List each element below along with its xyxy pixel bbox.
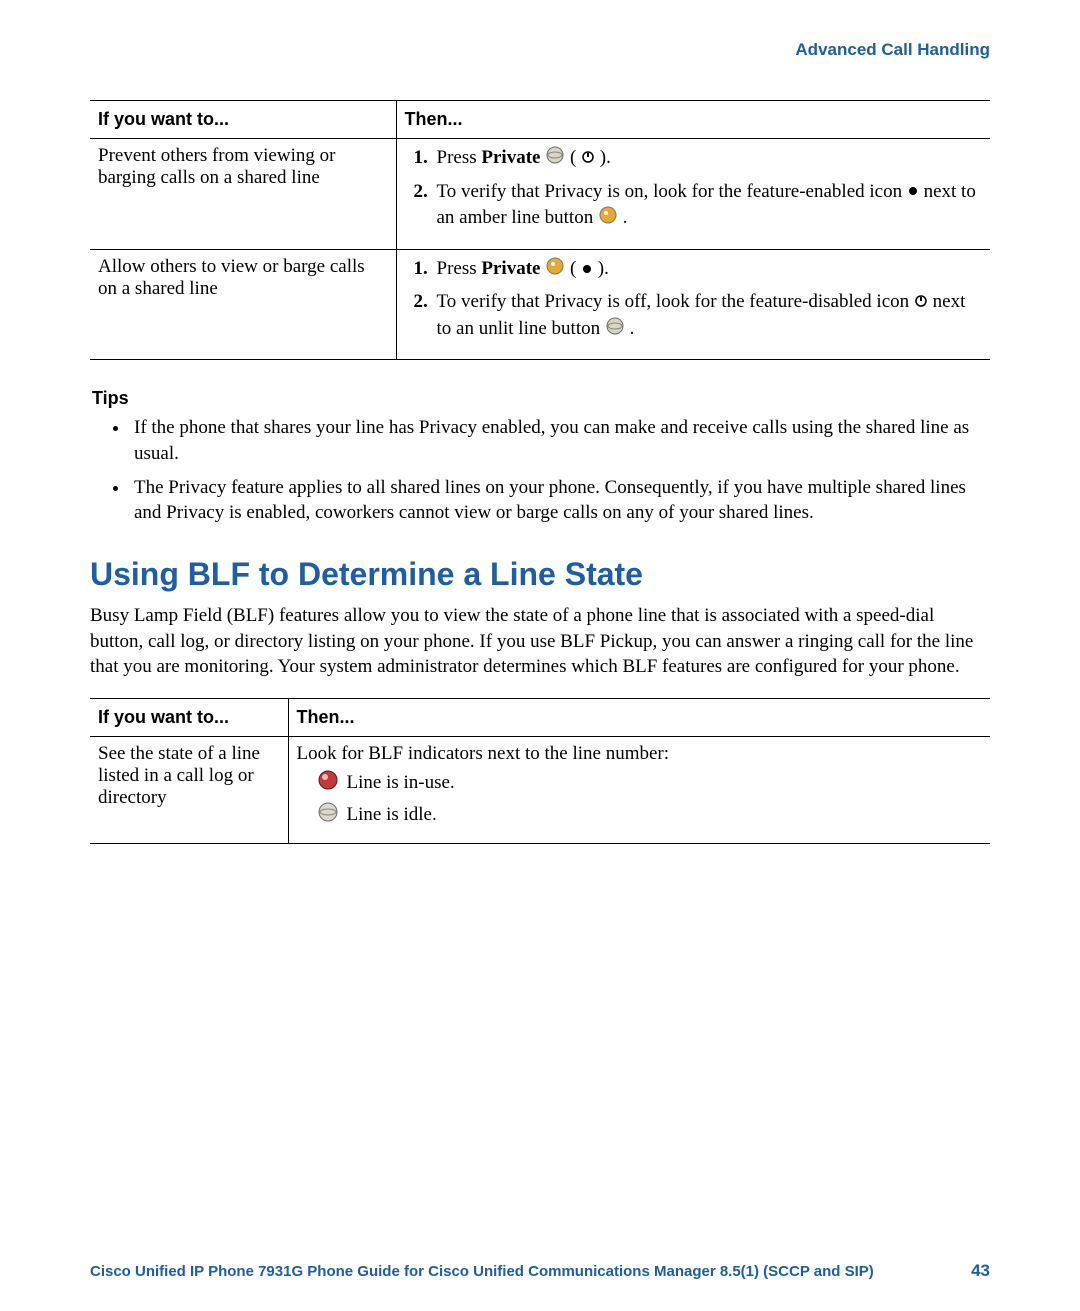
- table1-header-left: If you want to...: [90, 101, 396, 139]
- table2-header-right: Then...: [288, 698, 990, 736]
- table-row: See the state of a line listed in a call…: [90, 736, 990, 843]
- list-item: The Privacy feature applies to all share…: [130, 475, 990, 526]
- tips-heading: Tips: [92, 388, 990, 409]
- privacy-on-small-icon: [581, 146, 595, 172]
- footer-title: Cisco Unified IP Phone 7931G Phone Guide…: [90, 1263, 874, 1280]
- page-footer: Cisco Unified IP Phone 7931G Phone Guide…: [90, 1261, 990, 1281]
- table2-header-left: If you want to...: [90, 698, 288, 736]
- step: Press Private ( ).: [433, 256, 983, 284]
- unlit-line-button-icon: [605, 316, 625, 344]
- blf-indicator-idle: Line is idle.: [317, 801, 983, 829]
- table1-row1-want: Prevent others from viewing or barging c…: [90, 139, 396, 250]
- document-page: Advanced Call Handling If you want to...…: [0, 0, 1080, 1311]
- tips-list: If the phone that shares your line has P…: [90, 415, 990, 526]
- private-button-icon: [545, 145, 565, 173]
- table-row: Allow others to view or barge calls on a…: [90, 249, 990, 360]
- table1-row1-then: Press Private ( ). To verify that Privac…: [396, 139, 990, 250]
- blf-indicator-inuse: Line is in-use.: [317, 769, 983, 797]
- privacy-table: If you want to... Then... Prevent others…: [90, 100, 990, 360]
- privacy-off-small-icon: [581, 257, 593, 283]
- section-title: Using BLF to Determine a Line State: [90, 556, 990, 593]
- amber-line-button-icon: [598, 205, 618, 233]
- list-item: If the phone that shares your line has P…: [130, 415, 990, 466]
- blf-in-use-icon: [317, 769, 339, 797]
- step: To verify that Privacy is on, look for t…: [433, 179, 983, 233]
- table2-row-want: See the state of a line listed in a call…: [90, 736, 288, 843]
- step: Press Private ( ).: [433, 145, 983, 173]
- page-header-right: Advanced Call Handling: [90, 40, 990, 60]
- blf-idle-icon: [317, 801, 339, 829]
- private-button-icon: [545, 256, 565, 284]
- page-number: 43: [971, 1261, 990, 1281]
- feature-enabled-icon: [907, 179, 919, 205]
- table1-header-right: Then...: [396, 101, 990, 139]
- table1-row2-want: Allow others to view or barge calls on a…: [90, 249, 396, 360]
- step: To verify that Privacy is off, look for …: [433, 289, 983, 343]
- blf-table: If you want to... Then... See the state …: [90, 698, 990, 844]
- feature-disabled-icon: [914, 290, 928, 316]
- table-row: Prevent others from viewing or barging c…: [90, 139, 990, 250]
- table2-row-then: Look for BLF indicators next to the line…: [288, 736, 990, 843]
- table1-row2-then: Press Private ( ). To verify that Privac…: [396, 249, 990, 360]
- section-body: Busy Lamp Field (BLF) features allow you…: [90, 603, 990, 680]
- blf-intro: Look for BLF indicators next to the line…: [297, 743, 983, 765]
